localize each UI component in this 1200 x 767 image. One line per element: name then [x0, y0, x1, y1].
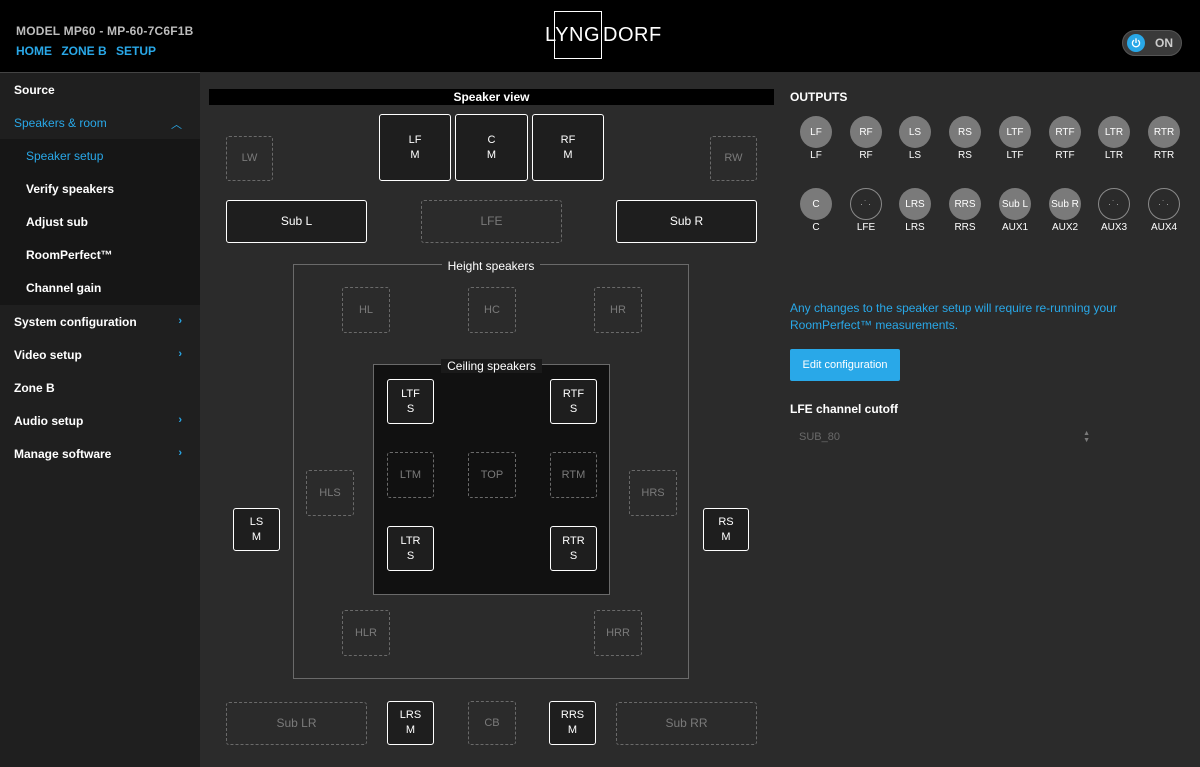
lfe-cutoff-title: LFE channel cutoff [790, 402, 898, 416]
speaker-rf[interactable]: RF M [532, 114, 604, 181]
speaker-hlr[interactable]: HLR [342, 610, 390, 656]
speaker-cb[interactable]: CB [468, 701, 516, 745]
rerun-notice: Any changes to the speaker setup will re… [790, 301, 1117, 332]
speaker-rtr[interactable]: RTR S [550, 526, 597, 571]
sidebar-item-system-configuration[interactable]: System configuration › [0, 305, 200, 338]
speaker-lf[interactable]: LF M [379, 114, 451, 181]
sidebar-item-source[interactable]: Source [0, 73, 200, 106]
output-lf: LF LF [796, 116, 836, 161]
speaker-hc[interactable]: HC [468, 287, 516, 333]
speaker-sub-lr[interactable]: Sub LR [226, 702, 367, 745]
speaker-hrs[interactable]: HRS [629, 470, 677, 516]
breadcrumb: HOME ZONE B SETUP [16, 44, 162, 58]
speaker-rtf[interactable]: RTF S [550, 379, 597, 424]
chevron-up-icon: ︿ [171, 119, 182, 131]
output-aux2: Sub R AUX2 [1045, 188, 1085, 233]
output-c: CC [796, 188, 836, 233]
speaker-rrs[interactable]: RRS M [549, 701, 596, 745]
sidebar-item-adjust-sub[interactable]: Adjust sub [0, 205, 200, 238]
output-ltf: LTF LTF [995, 116, 1035, 161]
sidebar-item-audio-setup[interactable]: Audio setup › [0, 404, 200, 437]
lyngdorf-logo: LYNG DORF [545, 11, 662, 59]
output-aux1: Sub L AUX1 [995, 188, 1035, 233]
breadcrumb-zone-b[interactable]: ZONE B [61, 44, 106, 58]
output-lrs: LRS LRS [895, 188, 935, 233]
sidebar-item-speaker-setup[interactable]: Speaker setup [0, 139, 200, 172]
breadcrumb-setup[interactable]: SETUP [116, 44, 156, 58]
xlr-connector-icon: ·˙· [850, 188, 882, 220]
power-icon [1127, 34, 1145, 52]
xlr-connector-icon: ·˙· [1148, 188, 1180, 220]
speaker-lfe[interactable]: LFE [421, 200, 562, 243]
speaker-hl[interactable]: HL [342, 287, 390, 333]
output-rs: RS RS [945, 116, 985, 161]
header: MODEL MP60 - MP-60-7C6F1B HOME ZONE B SE… [0, 0, 1200, 72]
speaker-hrr[interactable]: HRR [594, 610, 642, 656]
output-rtr: RTR RTR [1144, 116, 1184, 161]
sidebar-item-zone-b[interactable]: Zone B [0, 371, 200, 404]
speaker-rtm[interactable]: RTM [550, 452, 597, 498]
speaker-ls[interactable]: LS M [233, 508, 280, 551]
speaker-lw[interactable]: LW [226, 136, 273, 181]
outputs-title: OUTPUTS [790, 90, 848, 104]
output-lfe: ·˙· LFE [846, 188, 886, 233]
sidebar: Source Speakers & room ︿ Speaker setup Ve… [0, 72, 200, 767]
power-label: ON [1155, 36, 1173, 50]
speaker-rs[interactable]: RS M [703, 508, 749, 551]
speaker-ltm[interactable]: LTM [387, 452, 434, 498]
sidebar-item-video-setup[interactable]: Video setup › [0, 338, 200, 371]
speaker-top[interactable]: TOP [468, 452, 516, 498]
speaker-c[interactable]: CM [455, 114, 528, 181]
chevron-right-icon: › [178, 348, 182, 360]
speaker-sub-l[interactable]: Sub L [226, 200, 367, 243]
output-rf: RF RF [846, 116, 886, 161]
speaker-hr[interactable]: HR [594, 287, 642, 333]
sidebar-item-speakers-room[interactable]: Speakers & room ︿ [0, 106, 200, 139]
chevron-right-icon: › [178, 315, 182, 327]
chevron-right-icon: › [178, 414, 182, 426]
speaker-hls[interactable]: HLS [306, 470, 354, 516]
model-label: MODEL MP60 - MP-60-7C6F1B [16, 24, 194, 38]
sidebar-item-channel-gain[interactable]: Channel gain [0, 271, 200, 304]
xlr-connector-icon: ·˙· [1098, 188, 1130, 220]
output-rtf: RTF RTF [1045, 116, 1085, 161]
chevron-right-icon: › [178, 447, 182, 459]
output-aux3: ·˙· AUX3 [1094, 188, 1134, 233]
speaker-sub-rr[interactable]: Sub RR [616, 702, 757, 745]
speaker-ltr[interactable]: LTR S [387, 526, 434, 571]
speaker-view-title: Speaker view [209, 89, 774, 105]
lfe-cutoff-select[interactable]: SUB_80 ▲ ▼ [790, 427, 1100, 447]
output-aux4: ·˙· AUX4 [1144, 188, 1184, 233]
select-arrows-icon: ▲ ▼ [1083, 430, 1090, 444]
sidebar-item-roomperfect[interactable]: RoomPerfect™ [0, 238, 200, 271]
output-ls: LS LS [895, 116, 935, 161]
speaker-ltf[interactable]: LTF S [387, 379, 434, 424]
output-ltr: LTR LTR [1094, 116, 1134, 161]
power-toggle[interactable]: ON [1122, 30, 1182, 56]
ceiling-speakers-label: Ceiling speakers [441, 359, 542, 373]
sidebar-item-manage-software[interactable]: Manage software › [0, 437, 200, 470]
speaker-lrs[interactable]: LRS M [387, 701, 434, 745]
speaker-sub-r[interactable]: Sub R [616, 200, 757, 243]
edit-configuration-button[interactable]: Edit configuration [790, 349, 900, 381]
output-rrs: RRS RRS [945, 188, 985, 233]
height-speakers-label: Height speakers [441, 259, 541, 273]
speaker-rw[interactable]: RW [710, 136, 757, 181]
breadcrumb-home[interactable]: HOME [16, 44, 52, 58]
sidebar-item-verify-speakers[interactable]: Verify speakers [0, 172, 200, 205]
